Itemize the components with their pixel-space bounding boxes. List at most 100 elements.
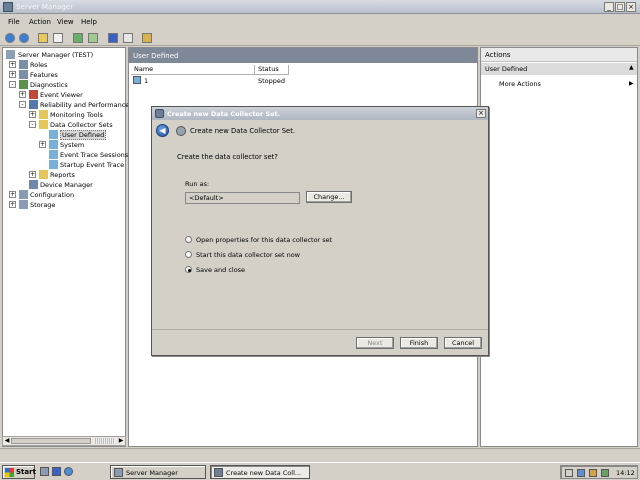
radio-button[interactable] xyxy=(185,236,192,243)
performance-icon xyxy=(29,100,38,109)
expand-icon[interactable]: + xyxy=(9,61,16,68)
tree-item-reports[interactable]: + Reports xyxy=(29,170,125,180)
expand-icon[interactable]: + xyxy=(39,141,46,148)
title-bar[interactable]: Server Manager _ □ × xyxy=(0,0,640,14)
up-folder-icon[interactable] xyxy=(38,33,48,43)
start-button[interactable]: Start xyxy=(2,465,36,479)
actions-pane: Actions User Defined ▲ More Actions ▶ xyxy=(480,47,638,447)
expand-icon[interactable]: + xyxy=(29,171,36,178)
back-arrow-icon[interactable] xyxy=(5,33,15,43)
menu-action[interactable]: Action xyxy=(29,18,51,26)
tree-item-startup-event-trace[interactable]: Startup Event Trace xyxy=(39,160,125,170)
option-open-properties[interactable]: Open properties for this data collector … xyxy=(185,235,385,245)
dialog-title-bar[interactable]: Create new Data Collector Set. × xyxy=(152,107,488,120)
refresh-icon[interactable] xyxy=(73,33,83,43)
close-button[interactable]: × xyxy=(626,2,636,12)
list-item[interactable]: 1 Stopped xyxy=(131,76,331,86)
maximize-button[interactable]: □ xyxy=(615,2,625,12)
radio-button-selected[interactable] xyxy=(185,266,192,273)
menu-help[interactable]: Help xyxy=(81,18,97,26)
expand-icon[interactable]: + xyxy=(9,191,16,198)
properties-icon[interactable] xyxy=(123,33,133,43)
next-button[interactable]: Next xyxy=(356,337,394,349)
option-start-now[interactable]: Start this data collector set now xyxy=(185,250,385,260)
more-actions-link[interactable]: More Actions xyxy=(499,80,541,88)
tree-item-diagnostics[interactable]: - Diagnostics xyxy=(9,80,119,90)
tree-item-server-manager[interactable]: Server Manager (TEST) xyxy=(5,50,125,60)
actions-section-header[interactable]: User Defined ▲ xyxy=(481,63,637,75)
system-icon xyxy=(49,140,58,149)
command-prompt-icon[interactable] xyxy=(52,467,61,476)
network-icon[interactable] xyxy=(577,469,585,477)
expand-icon[interactable]: + xyxy=(9,71,16,78)
console-tree: Server Manager (TEST) + Roles + Features… xyxy=(2,47,129,447)
tree-item-data-collector-sets[interactable]: - Data Collector Sets xyxy=(29,120,125,130)
create-data-collector-set-dialog: Create new Data Collector Set. × ◀ Creat… xyxy=(151,106,489,356)
taskbar-button-server-manager[interactable]: Server Manager xyxy=(110,465,206,479)
storage-icon xyxy=(19,200,28,209)
scrollbar-thumb[interactable] xyxy=(11,438,91,444)
tray-chevron-icon[interactable] xyxy=(565,469,573,477)
tree-item-monitoring-tools[interactable]: + Monitoring Tools xyxy=(29,110,125,120)
submenu-arrow-icon: ▶ xyxy=(629,80,634,87)
collapse-icon[interactable]: - xyxy=(29,121,36,128)
expand-icon[interactable]: + xyxy=(9,201,16,208)
show-hide-console-tree-icon[interactable] xyxy=(53,33,63,43)
finish-button[interactable]: Finish xyxy=(400,337,438,349)
collapse-icon[interactable]: - xyxy=(9,81,16,88)
dialog-close-button[interactable]: × xyxy=(476,109,486,118)
tree-item-event-viewer[interactable]: + Event Viewer xyxy=(19,90,125,100)
collapse-caret-icon[interactable]: ▲ xyxy=(629,64,634,71)
tree-horizontal-scrollbar[interactable]: ◀ ▶ xyxy=(2,436,126,446)
server-icon xyxy=(6,50,15,59)
server-manager-app-icon xyxy=(3,2,13,12)
actions-title: Actions xyxy=(481,48,637,62)
menu-bar: File Action View Help xyxy=(0,15,640,29)
tree-item-storage[interactable]: + Storage xyxy=(9,200,125,210)
toolbar xyxy=(0,30,640,46)
new-item-icon[interactable] xyxy=(142,33,152,43)
system-tray: 14:12 xyxy=(560,465,638,479)
menu-view[interactable]: View xyxy=(57,18,74,26)
dialog-app-icon xyxy=(155,109,164,118)
tree-item-reliability-performance[interactable]: - Reliability and Performance xyxy=(19,100,129,110)
scrollbar-track xyxy=(95,438,115,444)
server-manager-quicklaunch-icon[interactable] xyxy=(40,467,49,476)
device-manager-icon xyxy=(29,180,38,189)
collapse-icon[interactable]: - xyxy=(19,101,26,108)
data-collector-set-icon xyxy=(133,76,141,84)
minimize-button[interactable]: _ xyxy=(604,2,614,12)
data-collector-set-icon xyxy=(176,126,186,136)
security-icon[interactable] xyxy=(601,469,609,477)
cancel-button[interactable]: Cancel xyxy=(444,337,482,349)
help-icon[interactable] xyxy=(108,33,118,43)
option-save-and-close[interactable]: Save and close xyxy=(185,265,385,275)
radio-button[interactable] xyxy=(185,251,192,258)
tree-item-features[interactable]: + Features xyxy=(9,70,119,80)
column-header-name[interactable]: Name xyxy=(131,65,255,75)
expand-icon[interactable]: + xyxy=(19,91,26,98)
volume-icon[interactable] xyxy=(589,469,597,477)
dialog-title: Create new Data Collector Set. xyxy=(167,110,281,118)
run-as-label: Run as: xyxy=(185,180,210,188)
clock[interactable]: 14:12 xyxy=(616,469,635,477)
server-manager-icon xyxy=(114,468,123,477)
folder-icon xyxy=(39,120,48,129)
tree-item-configuration[interactable]: + Configuration xyxy=(9,190,125,200)
scroll-left-icon[interactable]: ◀ xyxy=(3,437,11,445)
tree-item-roles[interactable]: + Roles xyxy=(9,60,119,70)
menu-file[interactable]: File xyxy=(8,18,20,26)
internet-explorer-icon[interactable] xyxy=(64,467,73,476)
taskbar-button-create-data-collector[interactable]: Create new Data Coll... xyxy=(210,465,310,479)
change-button[interactable]: Change... xyxy=(306,191,352,203)
tree-item-device-manager[interactable]: Device Manager xyxy=(19,180,125,190)
tree-item-user-defined[interactable]: User Defined xyxy=(39,130,125,140)
tree-item-event-trace-sessions[interactable]: Event Trace Sessions xyxy=(39,150,128,160)
tree-item-system[interactable]: + System xyxy=(39,140,125,150)
wizard-back-button[interactable]: ◀ xyxy=(156,124,169,137)
scroll-right-icon[interactable]: ▶ xyxy=(117,437,125,445)
export-list-icon[interactable] xyxy=(88,33,98,43)
column-header-status[interactable]: Status xyxy=(255,65,289,75)
forward-arrow-icon[interactable] xyxy=(19,33,29,43)
expand-icon[interactable]: + xyxy=(29,111,36,118)
